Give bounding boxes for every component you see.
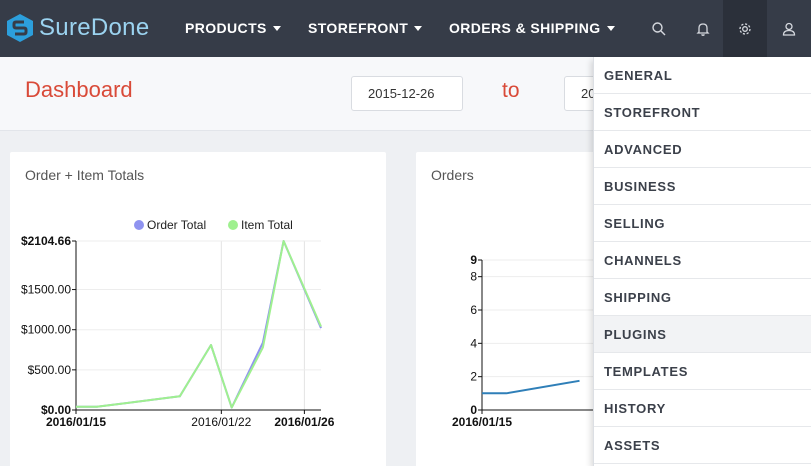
legend-label: Order Total [147,218,206,232]
legend-swatch [228,220,238,230]
nav-products-label: PRODUCTS [185,20,267,36]
y-tick-label: $1500.00 [21,283,71,297]
x-tick-label: 2016/01/15 [452,415,512,429]
settings-menu-item-history[interactable]: HISTORY [594,390,811,427]
settings-menu-item-plugins[interactable]: PLUGINS [594,316,811,353]
orders-card: Orders 0 2 4 6 8 9 2016/01/15 [416,152,616,466]
series-line-0 [482,379,580,395]
y-tick-label: 2 [470,370,477,384]
caret-down-icon [414,25,423,31]
user-icon[interactable] [778,18,800,40]
date-range-to-label: to [502,79,520,102]
logo-text: SureDone [39,14,149,42]
y-tick-label: 4 [470,336,477,350]
top-navigation-bar: SureDone PRODUCTS STOREFRONT ORDERS & SH… [0,0,811,57]
y-tick-label: $1000.00 [21,323,71,337]
y-tick-label: $500.00 [28,363,72,377]
y-tick-label: 9 [470,253,477,267]
nav-orders-shipping[interactable]: ORDERS & SHIPPING [449,20,615,36]
settings-menu-item-storefront[interactable]: STOREFRONT [594,94,811,131]
logo-mark-icon [7,14,33,42]
settings-menu-item-advanced[interactable]: ADVANCED [594,131,811,168]
x-tick-label: 2016/01/15 [46,415,106,429]
settings-menu-item-channels[interactable]: CHANNELS [594,242,811,279]
settings-menu-item-business[interactable]: BUSINESS [594,168,811,205]
series-line-item-total [76,240,322,409]
nav-products[interactable]: PRODUCTS [185,20,281,36]
y-tick-label: $2104.66 [21,234,71,248]
settings-menu-item-assets[interactable]: ASSETS [594,427,811,464]
settings-menu-item-shipping[interactable]: SHIPPING [594,279,811,316]
orders-line-chart: 0246892016/01/15 [452,253,616,429]
nav-storefront[interactable]: STOREFRONT [308,20,423,36]
search-icon[interactable] [648,18,670,40]
settings-menu-item-general[interactable]: GENERAL [594,57,811,94]
order-item-totals-card: Order + Item Totals $0.00 $500.00 $1000.00… [10,152,386,466]
caret-down-icon [606,25,615,31]
y-tick-label: 8 [470,270,477,284]
logo-text-part1: Sure [39,14,91,41]
page-title: Dashboard [25,77,133,102]
series-line-order-total [76,240,322,409]
x-tick-label: 2016/01/22 [191,415,251,429]
bell-icon[interactable] [692,18,714,40]
totals-line-chart: $0.00$500.00$1000.00$1500.00$2104.662016… [21,218,335,429]
nav-storefront-label: STOREFRONT [308,20,409,36]
suredone-logo[interactable]: SureDone [5,12,149,44]
date-from-input[interactable]: 2015-12-26 [351,76,463,111]
caret-down-icon [272,25,281,31]
nav-orders-shipping-label: ORDERS & SHIPPING [449,20,601,36]
settings-menu-item-selling[interactable]: SELLING [594,205,811,242]
y-tick-label: 6 [470,303,477,317]
legend-swatch [134,220,144,230]
gear-icon[interactable] [734,18,756,40]
settings-dropdown-menu: GENERAL STOREFRONT ADVANCED BUSINESS SELLING… [593,57,811,466]
legend-label: Item Total [241,218,293,232]
logo-text-part2: Done [90,14,150,41]
settings-menu-item-templates[interactable]: TEMPLATES [594,353,811,390]
x-tick-label: 2016/01/26 [274,415,334,429]
